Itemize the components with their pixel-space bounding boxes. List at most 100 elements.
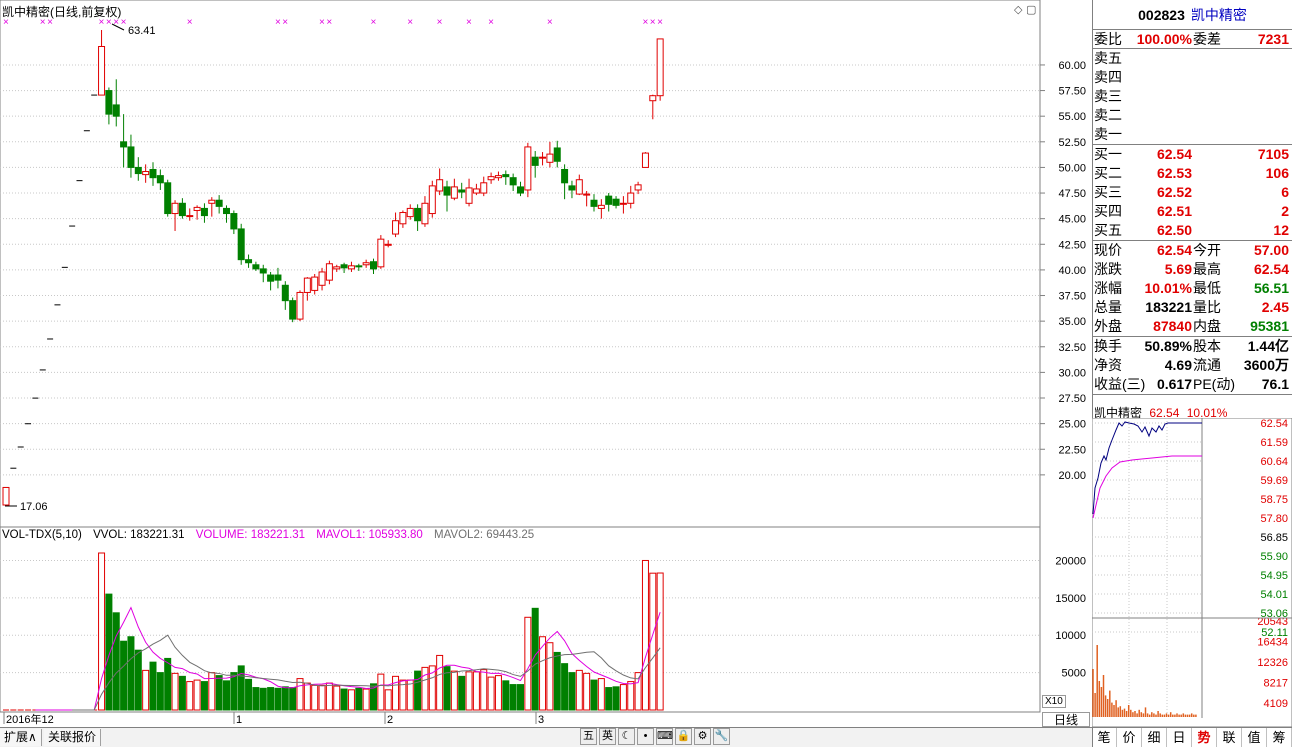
toolbar-icon-7[interactable]: 🔧 <box>713 728 730 745</box>
price-axis-label: 57.50 <box>1058 86 1086 98</box>
volume-bar <box>517 684 524 711</box>
candle-body <box>267 274 275 282</box>
volume-bar <box>237 665 245 711</box>
stat-value: 87840 <box>1153 318 1192 334</box>
kline-chart-area[interactable]: 60.00 57.50 55.00 52.50 50.00 47.50 45.00 42.50… <box>0 0 1092 747</box>
stat-value: 62.54 <box>1253 261 1289 277</box>
buy-level-label: 买四 <box>1094 203 1122 219</box>
stat-label: 量比 <box>1193 299 1221 315</box>
volume-bar <box>296 678 304 711</box>
candle-body <box>340 264 348 269</box>
price-axis-label: 50.00 <box>1058 162 1086 174</box>
stat-value: 62.54 <box>1156 242 1192 258</box>
x10-button[interactable]: X10 <box>1042 695 1066 708</box>
toolbar-icon-2[interactable]: ☾ <box>618 728 635 745</box>
price-axis-label: 22.50 <box>1058 444 1086 456</box>
volume-axis-label: 5000 <box>1062 668 1086 680</box>
toolbar-icon-3[interactable]: • <box>637 728 654 745</box>
candle-body <box>597 204 605 209</box>
signal-marker: × <box>319 17 325 28</box>
toolbar-icon-4[interactable]: ⌨ <box>656 728 673 745</box>
chart-title: 凯中精密(日线,前复权) <box>2 5 122 19</box>
kline-svg[interactable]: 60.00 57.50 55.00 52.50 50.00 47.50 45.00 42.50… <box>0 0 1092 727</box>
volume-bar <box>509 684 517 711</box>
candle-body <box>164 182 172 215</box>
stock-name: 凯中精密 <box>1190 6 1247 23</box>
candle-body <box>414 207 422 222</box>
expand-tab[interactable]: 扩展∧ <box>0 729 42 746</box>
stat-label: 净资 <box>1094 357 1122 373</box>
volume-bar <box>590 679 598 711</box>
toolbar-icons: 五英 ☾ • ⌨ 🔒 ⚙ 🔧 <box>580 728 730 747</box>
stat-value: 4.69 <box>1164 357 1192 373</box>
right-tab-1[interactable]: 价 <box>1117 728 1142 747</box>
volume-bar <box>414 670 422 711</box>
related-quote-tab[interactable]: 关联报价 <box>44 729 102 746</box>
volume-bar <box>627 681 635 711</box>
volume-bar <box>178 675 186 711</box>
volume-bar <box>539 636 547 711</box>
volume-bar <box>494 675 502 711</box>
vol-indicator-label: VOL-TDX(5,10) <box>2 529 82 541</box>
stat-label: 今开 <box>1193 242 1221 258</box>
buy-volume: 106 <box>1265 165 1289 181</box>
stat-row: 换手 50.89% 股本 1.44亿 <box>1093 337 1292 356</box>
weicha-label: 委差 <box>1193 31 1221 47</box>
candle-body <box>524 146 532 191</box>
signal-marker: × <box>121 17 127 28</box>
stat-label: 股本 <box>1193 338 1221 354</box>
signal-marker: × <box>437 17 443 28</box>
stat-label: 外盘 <box>1094 318 1122 334</box>
candle-body <box>259 268 267 274</box>
candle-body <box>237 228 245 261</box>
candle-body <box>531 156 539 166</box>
buy-level-label: 买一 <box>1094 146 1122 162</box>
buy-row: 买一 62.54 7105 <box>1093 145 1292 164</box>
buy-orders: 买一 62.54 7105 买二 62.53 106 买三 62.52 6 买四 62.51 2 买五 6… <box>1093 145 1292 241</box>
sell-row: 卖三 <box>1093 87 1292 106</box>
volume-bar <box>267 687 275 711</box>
volume-bar <box>583 672 591 711</box>
candle-body <box>627 192 635 204</box>
right-tab-2[interactable]: 细 <box>1142 728 1167 747</box>
right-tab-6[interactable]: 值 <box>1242 728 1267 747</box>
volume-bar <box>502 680 510 711</box>
candle-body <box>245 259 253 264</box>
toolbar-icon-1[interactable]: 英 <box>599 728 616 745</box>
stat-value: 56.51 <box>1253 280 1289 296</box>
stat-label: PE(动) <box>1193 376 1235 392</box>
volume-bar <box>252 687 260 711</box>
candle-body <box>318 271 326 286</box>
price-axis-label: 45.00 <box>1058 214 1086 226</box>
candle-body <box>649 95 657 102</box>
mini-price-label: 54.01 <box>1260 589 1288 601</box>
right-tab-4[interactable]: 势 <box>1192 728 1217 747</box>
mini-vol-label: 16434 <box>1257 637 1288 649</box>
candle-body <box>274 274 282 281</box>
volume-bar <box>274 687 282 711</box>
intraday-mini-chart[interactable]: 62.54 61.59 60.64 59.69 58.75 57.80 56.85 55.90… <box>1092 418 1292 727</box>
right-tab-5[interactable]: 联 <box>1217 728 1242 747</box>
candle-body <box>421 202 429 225</box>
price-axis-label: 52.50 <box>1058 137 1086 149</box>
toolbar-icon-0[interactable]: 五 <box>580 728 597 745</box>
period-button[interactable]: 日线 <box>1042 712 1090 727</box>
candle-body <box>436 179 444 192</box>
right-tab-0[interactable]: 笔 <box>1092 728 1117 747</box>
candle-body <box>281 284 289 302</box>
volume-bar <box>561 663 569 711</box>
weibi-label: 委比 <box>1094 31 1122 47</box>
volume-bar <box>200 681 208 711</box>
candle-body <box>539 156 547 159</box>
toolbar-icon-5[interactable]: 🔒 <box>675 728 692 745</box>
sell-row: 卖五 <box>1093 49 1292 68</box>
fundamental-stats: 换手 50.89% 股本 1.44亿 净资 4.69 流通 3600万 收益(三) 0.617 PE… <box>1093 337 1292 395</box>
bottom-bar: 扩展∧ 关联报价 五英 ☾ • ⌨ 🔒 ⚙ 🔧 <box>0 727 1092 747</box>
mini-price-label: 55.90 <box>1260 551 1288 563</box>
stat-label: 换手 <box>1094 338 1122 354</box>
right-tab-7[interactable]: 筹 <box>1267 728 1292 747</box>
mini-vol-label: 12326 <box>1257 657 1288 669</box>
volume-bar <box>120 640 128 711</box>
toolbar-icon-6[interactable]: ⚙ <box>694 728 711 745</box>
right-tab-3[interactable]: 日 <box>1167 728 1192 747</box>
